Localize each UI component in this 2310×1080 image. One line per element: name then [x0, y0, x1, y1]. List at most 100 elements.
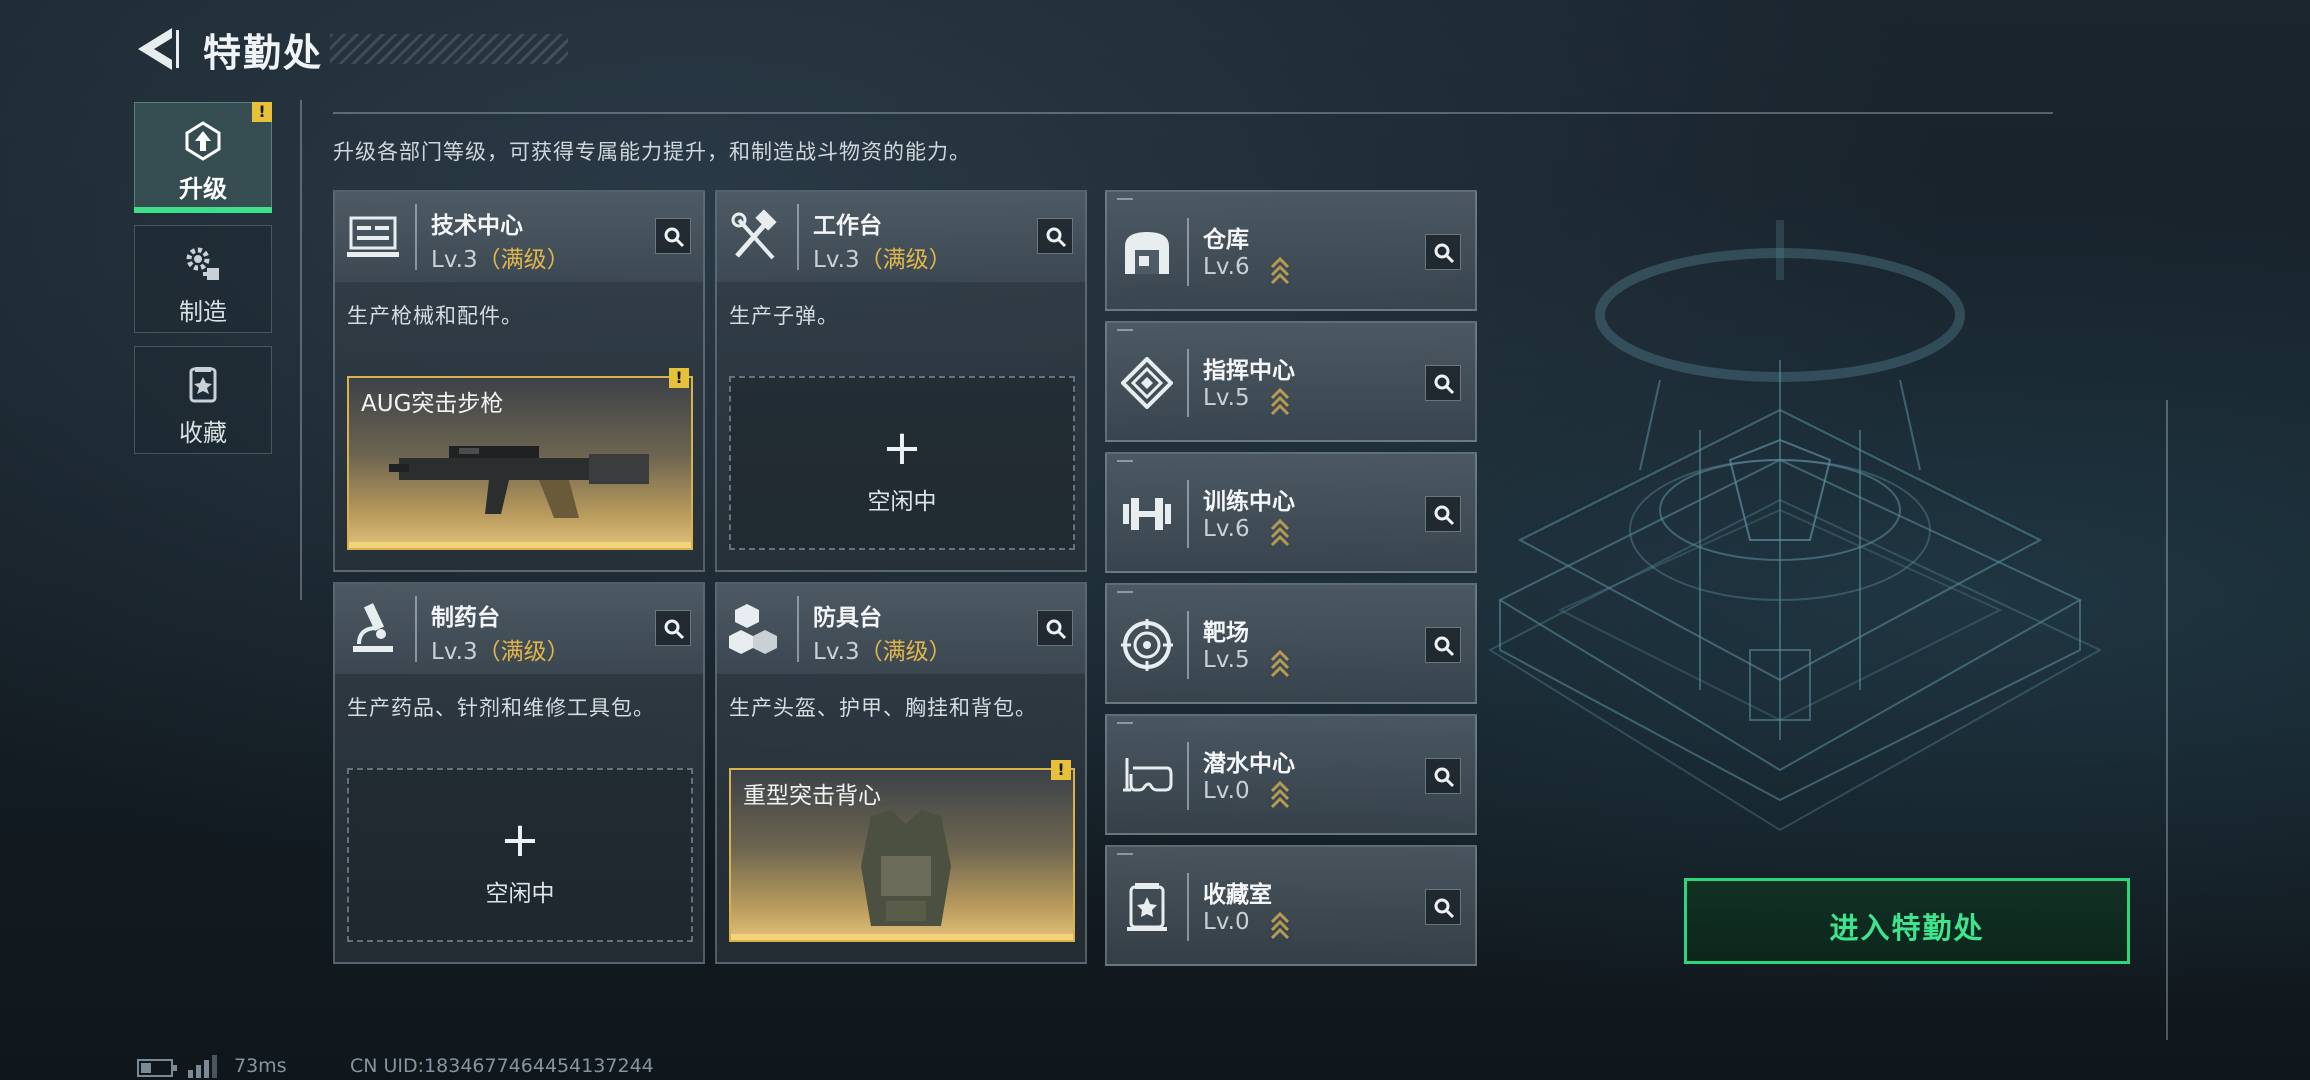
battery-icon — [137, 1059, 177, 1077]
search-icon — [1434, 898, 1455, 919]
row-trophy-room[interactable]: 收藏室 Lv.0 — [1105, 845, 1477, 966]
level-value: Lv.3 — [813, 639, 860, 665]
inspect-button[interactable] — [1425, 889, 1461, 925]
left-frame-line — [300, 100, 302, 600]
search-icon — [1434, 505, 1455, 526]
row-title: 靶场 — [1203, 620, 1249, 646]
max-level-tag: （满级） — [859, 247, 952, 273]
row-warehouse[interactable]: 仓库 Lv.6 — [1105, 190, 1477, 311]
active-tab-indicator — [134, 207, 272, 213]
row-separator — [1187, 480, 1189, 548]
enter-special-ops-button[interactable]: 进入特勤处 — [1684, 878, 2130, 964]
upgrade-available-icon — [1270, 780, 1290, 809]
row-training-center[interactable]: 训练中心 Lv.6 — [1105, 452, 1477, 573]
inspect-button[interactable] — [1425, 365, 1461, 401]
header-separator — [415, 204, 417, 270]
user-uid: CN UID:1834677464454137244 — [350, 1055, 654, 1077]
inspect-button[interactable] — [655, 218, 691, 254]
card-title: 技术中心 — [431, 213, 523, 239]
command-center-icon — [1121, 357, 1173, 409]
card-header: 工作台 Lv.3（满级） — [717, 192, 1085, 282]
upgrade-available-icon — [1270, 518, 1290, 547]
production-slot[interactable]: 重型突击背心 ! — [729, 760, 1075, 942]
card-description: 生产子弹。 — [729, 304, 839, 328]
upgrade-available-icon — [1270, 649, 1290, 678]
inspect-button[interactable] — [655, 610, 691, 646]
corner-mark — [1117, 460, 1133, 462]
tech-center-icon — [347, 216, 399, 257]
tab-upgrade-label: 升级 — [179, 175, 227, 203]
row-level: Lv.0 — [1203, 909, 1250, 935]
row-separator — [1187, 349, 1189, 417]
production-slot[interactable]: AUG突击步枪 ! — [347, 368, 693, 550]
card-header: 技术中心 Lv.3（满级） — [335, 192, 703, 282]
search-icon — [1046, 227, 1067, 248]
inspect-button[interactable] — [1037, 218, 1073, 254]
card-workbench: 工作台 Lv.3（满级） 生产子弹。 + 空闲中 — [715, 190, 1087, 572]
row-dive-center[interactable]: 潜水中心 Lv.0 — [1105, 714, 1477, 835]
armor-bench-icon — [729, 604, 777, 654]
production-slot[interactable]: + 空闲中 — [347, 768, 693, 942]
inspect-button[interactable] — [1425, 496, 1461, 532]
top-frame-line — [333, 112, 2053, 114]
slot-status: 空闲中 — [485, 881, 555, 907]
inspect-button[interactable] — [1425, 627, 1461, 663]
facility-hologram — [1487, 220, 2103, 832]
corner-mark — [1117, 591, 1133, 593]
signal-icon — [188, 1055, 217, 1078]
row-title: 潜水中心 — [1203, 751, 1295, 777]
row-title: 指挥中心 — [1203, 358, 1295, 384]
search-icon — [1434, 374, 1455, 395]
corner-mark — [1117, 198, 1133, 200]
card-title: 制药台 — [431, 605, 500, 631]
page-description: 升级各部门等级，可获得专属能力提升，和制造战斗物资的能力。 — [333, 140, 971, 164]
search-icon — [1434, 243, 1455, 264]
item-name: 重型突击背心 — [743, 783, 881, 809]
upgrade-available-icon — [1270, 387, 1290, 416]
upgrade-icon — [185, 121, 221, 161]
card-armor-bench: 防具台 Lv.3（满级） 生产头盔、护甲、胸挂和背包。 重型突击背心 ! — [715, 582, 1087, 964]
tab-upgrade[interactable]: 升级 ! — [134, 102, 272, 213]
tab-collection[interactable]: 收藏 — [134, 346, 272, 454]
production-slot[interactable]: + 空闲中 — [729, 376, 1075, 550]
header-separator — [415, 596, 417, 662]
level-value: Lv.3 — [431, 247, 478, 273]
row-separator — [1187, 873, 1189, 941]
tab-craft[interactable]: 制造 — [134, 225, 272, 333]
row-separator — [1187, 742, 1189, 810]
inspect-button[interactable] — [1425, 234, 1461, 270]
card-level: Lv.3（满级） — [431, 240, 570, 274]
card-header: 制药台 Lv.3（满级） — [335, 584, 703, 674]
row-level: Lv.0 — [1203, 778, 1250, 804]
level-value: Lv.3 — [813, 247, 860, 273]
corner-mark — [1117, 853, 1133, 855]
back-arrow-icon[interactable] — [134, 24, 184, 74]
corner-mark — [1117, 329, 1133, 331]
row-command-center[interactable]: 指挥中心 Lv.5 — [1105, 321, 1477, 442]
card-header: 防具台 Lv.3（满级） — [717, 584, 1085, 674]
row-shooting-range[interactable]: 靶场 Lv.5 — [1105, 583, 1477, 704]
card-description: 生产头盔、护甲、胸挂和背包。 — [729, 696, 1037, 720]
header-separator — [797, 204, 799, 270]
slot-bottom-bar — [349, 542, 691, 548]
card-level: Lv.3（满级） — [813, 240, 952, 274]
max-level-tag: （满级） — [859, 639, 952, 665]
dive-mask-icon — [1123, 758, 1173, 792]
card-pharmacy: 制药台 Lv.3（满级） 生产药品、针剂和维修工具包。 + 空闲中 — [333, 582, 705, 964]
search-icon — [664, 227, 685, 248]
upgrade-available-icon — [1270, 256, 1290, 285]
card-title: 防具台 — [813, 605, 882, 631]
gears-icon — [186, 247, 219, 280]
row-level: Lv.6 — [1203, 516, 1250, 542]
search-icon — [664, 619, 685, 640]
row-title: 收藏室 — [1203, 882, 1272, 908]
row-title: 仓库 — [1203, 227, 1249, 253]
search-icon — [1434, 636, 1455, 657]
inspect-button[interactable] — [1037, 610, 1073, 646]
vest-icon — [861, 810, 951, 926]
card-tech-center: 技术中心 Lv.3（满级） 生产枪械和配件。 AUG突击步枪 ! — [333, 190, 705, 572]
card-level: Lv.3（满级） — [813, 632, 952, 666]
corner-mark — [1117, 722, 1133, 724]
inspect-button[interactable] — [1425, 758, 1461, 794]
tab-collection-label: 收藏 — [179, 419, 227, 447]
